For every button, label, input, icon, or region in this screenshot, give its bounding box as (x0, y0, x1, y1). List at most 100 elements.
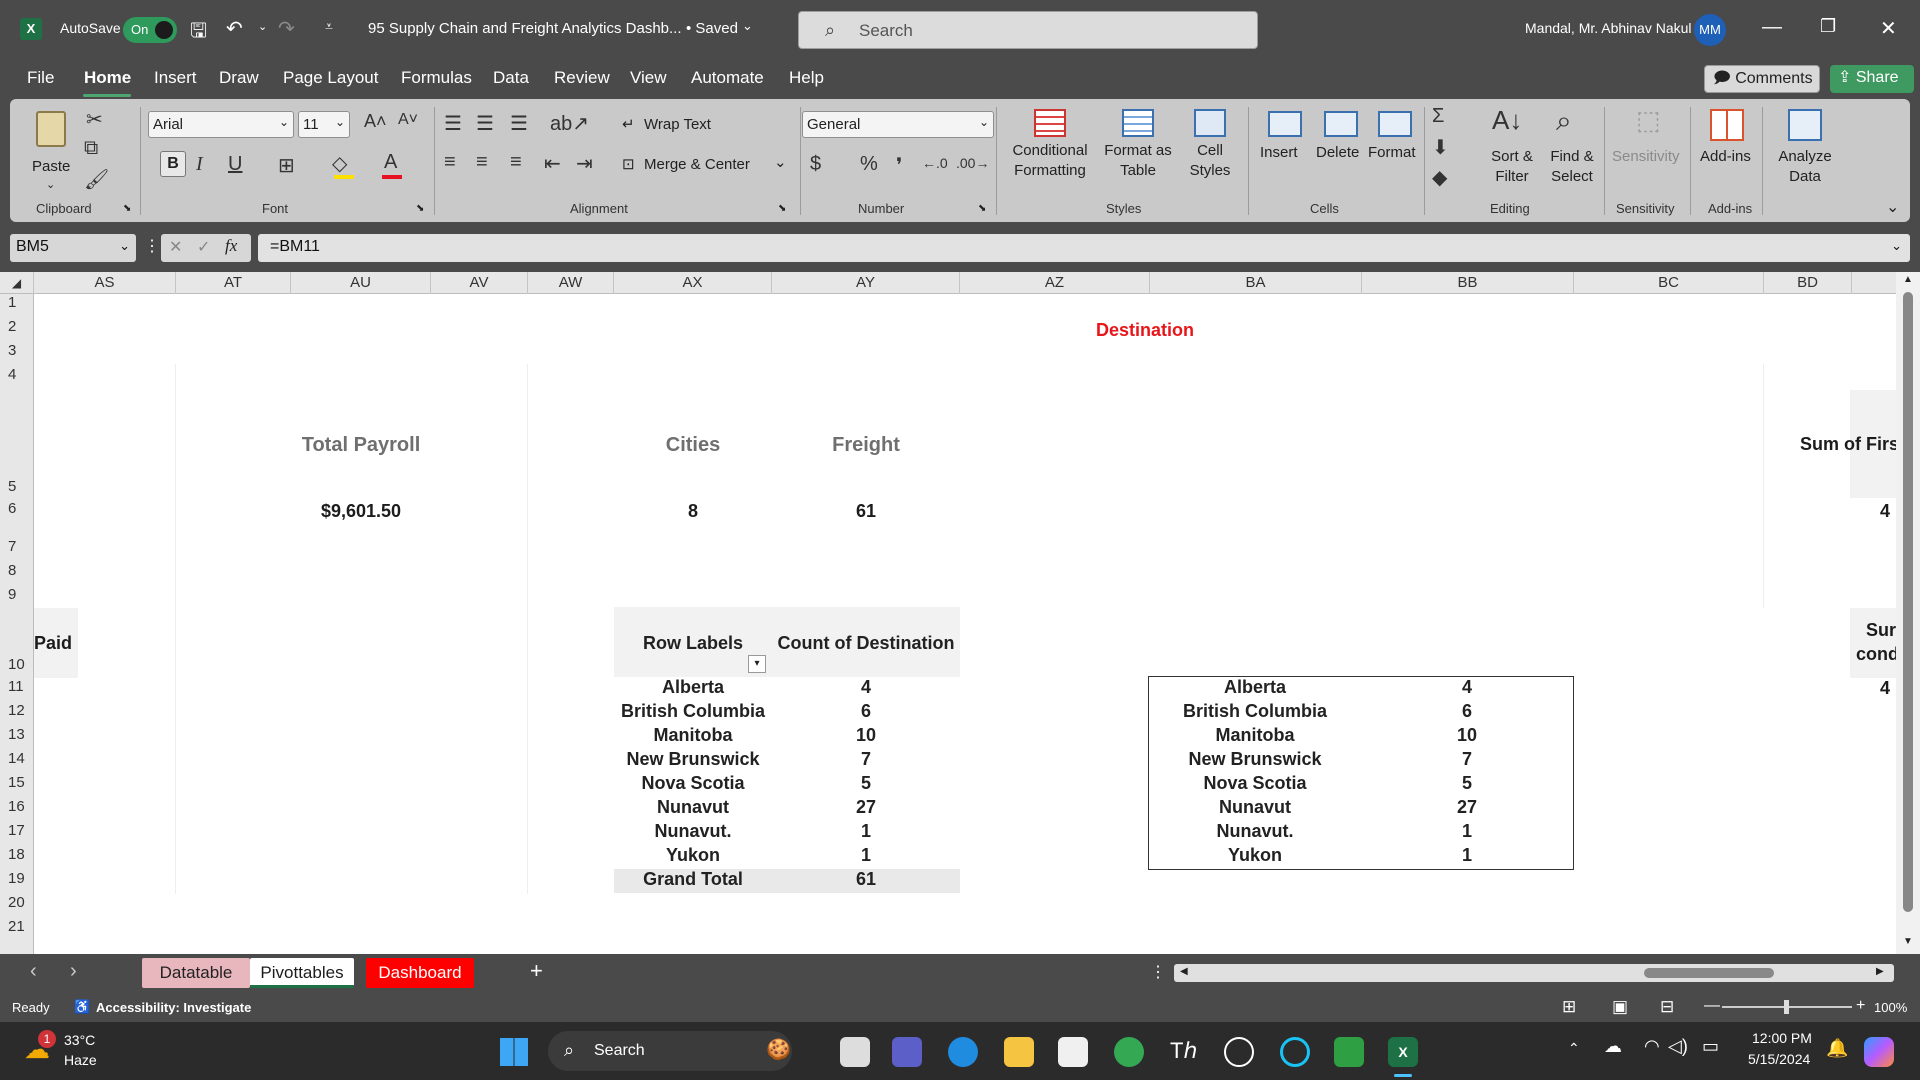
underline-button[interactable]: U (228, 153, 242, 176)
horizontal-scrollbar[interactable]: ◀ ▶ (1174, 964, 1894, 982)
align-center-icon[interactable]: ≡ (476, 151, 488, 174)
avatar[interactable]: MM (1694, 14, 1726, 46)
tab-review[interactable]: Review (554, 68, 610, 88)
clock-time[interactable]: 12:00 PM (1752, 1030, 1812, 1046)
formula-input[interactable]: =BM11 ⌄ (258, 234, 1910, 262)
sheet-tab-datatable[interactable]: Datatable (142, 958, 250, 988)
align-top-icon[interactable]: ☰ (444, 111, 462, 136)
conditional-formatting-button[interactable]: Conditional Formatting (1006, 105, 1092, 197)
zoom-slider-handle[interactable] (1784, 1000, 1789, 1014)
more-options-icon[interactable]: ⋮ (144, 236, 160, 256)
expand-formula-icon[interactable]: ⌄ (1891, 238, 1902, 254)
cancel-icon[interactable]: ✕ (169, 237, 182, 257)
align-bottom-icon[interactable]: ☰ (510, 111, 528, 136)
show-hidden-icons-icon[interactable]: ⌃ (1568, 1040, 1580, 1057)
column-header-bd[interactable]: BD (1764, 272, 1852, 294)
decrease-indent-icon[interactable]: ⇤ (544, 151, 561, 176)
file-explorer-icon[interactable] (1004, 1037, 1034, 1067)
italic-button[interactable]: I (196, 153, 203, 176)
scroll-left-icon[interactable]: ◀ (1180, 966, 1188, 977)
excel-taskbar-icon[interactable]: X (1388, 1037, 1418, 1067)
add-ins-button[interactable]: Add-ins (1696, 105, 1758, 197)
column-header-aw[interactable]: AW (528, 272, 614, 294)
vertical-scroll-thumb[interactable] (1903, 292, 1913, 912)
select-all-corner[interactable]: ◢ (0, 272, 34, 294)
zoom-in-icon[interactable]: + (1856, 997, 1865, 1015)
next-sheet-icon[interactable]: › (70, 960, 77, 983)
customize-qat-icon[interactable]: ⩡ (325, 18, 333, 35)
chrome-icon[interactable] (1114, 1037, 1144, 1067)
row-header[interactable]: 21 (0, 918, 34, 935)
cell-styles-button[interactable]: Cell Styles (1180, 105, 1240, 197)
horizontal-scroll-thumb[interactable] (1644, 968, 1774, 978)
row-header[interactable]: 7 (0, 538, 34, 555)
tab-splitter-icon[interactable]: ⋮ (1150, 962, 1166, 982)
close-icon[interactable]: ✕ (1880, 16, 1897, 41)
row-header[interactable]: 11 (0, 678, 34, 695)
row-header[interactable]: 1 (0, 294, 34, 311)
align-middle-icon[interactable]: ☰ (476, 111, 494, 136)
column-header-bc[interactable]: BC (1574, 272, 1764, 294)
page-layout-view-icon[interactable]: ▣ (1612, 997, 1628, 1017)
previous-sheet-icon[interactable]: ‹ (30, 960, 37, 983)
taskbar-search[interactable]: ⌕ Search 🍪 (548, 1031, 792, 1071)
share-button[interactable]: ⇪ Share (1830, 65, 1914, 93)
accessibility-status[interactable]: Accessibility: Investigate (96, 1000, 251, 1015)
format-painter-icon[interactable]: 🖌 (84, 167, 109, 192)
search-box[interactable]: ⌕ Search (798, 11, 1258, 49)
row-header[interactable]: 19 (0, 870, 34, 887)
filter-dropdown-button[interactable]: ▾ (748, 655, 766, 673)
column-header-au[interactable]: AU (291, 272, 431, 294)
row-header[interactable]: 18 (0, 846, 34, 863)
borders-icon[interactable]: ⊞ (278, 153, 295, 178)
user-name[interactable]: Mandal, Mr. Abhinav Nakul (1525, 20, 1692, 36)
tab-insert[interactable]: Insert (154, 68, 197, 88)
scroll-right-icon[interactable]: ▶ (1876, 966, 1884, 977)
column-header-bb[interactable]: BB (1362, 272, 1574, 294)
row-header[interactable]: 6 (0, 500, 34, 517)
row-header[interactable]: 5 (0, 478, 34, 495)
row-header[interactable]: 13 (0, 726, 34, 743)
find-select-button[interactable]: ⌕ Find & Select (1544, 105, 1600, 197)
onedrive-icon[interactable]: ☁ (1604, 1036, 1622, 1057)
row-header[interactable]: 20 (0, 894, 34, 911)
decrease-decimal-icon[interactable]: .00→ (956, 155, 989, 171)
font-name-select[interactable]: Arial ⌄ (148, 111, 294, 138)
column-header-ay[interactable]: AY (772, 272, 960, 294)
currency-icon[interactable]: $ (810, 153, 821, 176)
bold-button[interactable]: B (160, 151, 186, 177)
scroll-down-icon[interactable]: ▼ (1903, 936, 1913, 947)
column-header-as[interactable]: AS (34, 272, 176, 294)
text-app-icon[interactable]: Tℎ (1170, 1038, 1197, 1064)
fill-color-icon[interactable]: ◇ (332, 151, 347, 176)
chevron-down-icon[interactable]: ⌄ (742, 18, 753, 34)
dialog-launcher-icon[interactable]: ⬊ (123, 203, 131, 214)
sensitivity-button[interactable]: ⬚ Sensitivity (1610, 105, 1686, 197)
decrease-font-icon[interactable]: A˅ (398, 111, 418, 129)
sum-of-first-value[interactable]: 4 (1880, 501, 1890, 522)
sheet-tab-dashboard[interactable]: Dashboard (366, 958, 474, 988)
dialog-launcher-icon[interactable]: ⬊ (978, 203, 986, 214)
column-header-ba[interactable]: BA (1150, 272, 1362, 294)
row-header[interactable]: 4 (0, 366, 34, 383)
analyze-data-button[interactable]: Analyze Data (1772, 105, 1838, 197)
format-cells-button[interactable]: Format (1366, 105, 1422, 197)
dell-icon[interactable] (1224, 1037, 1254, 1067)
font-color-icon[interactable]: A (384, 151, 397, 174)
tab-home[interactable]: Home (84, 68, 131, 88)
alexa-icon[interactable] (1280, 1037, 1310, 1067)
number-format-select[interactable]: General ⌄ (802, 111, 994, 138)
zoom-slider[interactable] (1722, 1000, 1852, 1014)
zoom-level[interactable]: 100% (1874, 1000, 1907, 1015)
windows-start-icon[interactable] (500, 1038, 528, 1066)
redo-icon[interactable]: ↷ (278, 16, 295, 41)
tab-draw[interactable]: Draw (219, 68, 259, 88)
cities-value[interactable]: 8 (614, 501, 772, 522)
wrap-text-button[interactable]: ↵ Wrap Text (622, 115, 742, 137)
column-header-av[interactable]: AV (431, 272, 528, 294)
restore-icon[interactable]: ❐ (1820, 16, 1836, 37)
insert-function-icon[interactable]: fx (225, 236, 237, 256)
row-header[interactable]: 12 (0, 702, 34, 719)
save-icon[interactable]: 🖫 (190, 16, 207, 50)
notification-bell-icon[interactable]: 🔔 (1826, 1038, 1848, 1059)
